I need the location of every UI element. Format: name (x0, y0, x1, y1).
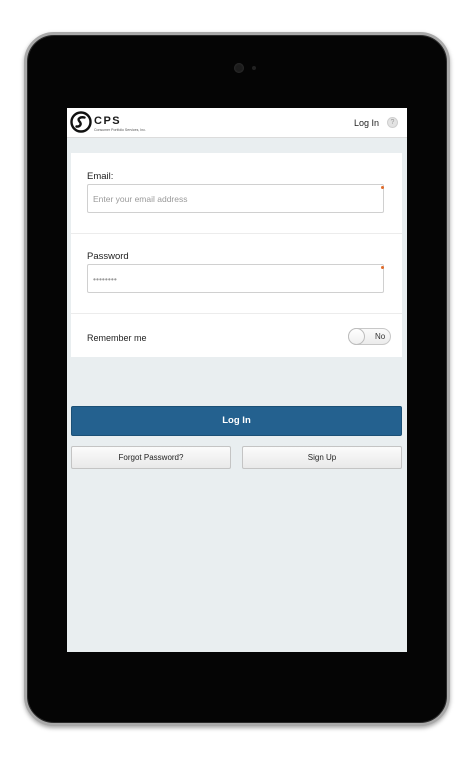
app-screen: CPS Consumer Portfolio Services, Inc. Lo… (67, 108, 407, 652)
forgot-password-button[interactable]: Forgot Password? (71, 446, 231, 469)
logo-text: CPS (94, 115, 122, 127)
password-required-indicator (381, 266, 384, 269)
tablet-frame: CPS Consumer Portfolio Services, Inc. Lo… (24, 32, 450, 726)
toggle-state: No (375, 332, 386, 341)
email-row: Email: (71, 153, 402, 234)
toggle-knob[interactable] (348, 328, 365, 345)
email-required-indicator (381, 186, 384, 189)
header-login-link[interactable]: Log In (354, 118, 379, 128)
email-label: Email: (87, 171, 114, 182)
sensor-icon (252, 66, 256, 70)
cps-logo-icon (70, 111, 92, 133)
help-icon[interactable]: ? (387, 117, 398, 128)
password-row: Password (71, 234, 402, 314)
logo-subtitle: Consumer Portfolio Services, Inc. (94, 128, 146, 132)
login-form: Email: Password Remember me No (71, 153, 402, 357)
email-input[interactable] (87, 184, 384, 213)
app-header: CPS Consumer Portfolio Services, Inc. Lo… (67, 108, 407, 138)
login-button[interactable]: Log In (71, 406, 402, 436)
password-label: Password (87, 251, 129, 262)
password-input[interactable] (87, 264, 384, 293)
remember-me-label: Remember me (87, 333, 147, 343)
remember-me-toggle[interactable]: No (348, 328, 391, 345)
sign-up-button[interactable]: Sign Up (242, 446, 402, 469)
camera-icon (234, 63, 244, 73)
